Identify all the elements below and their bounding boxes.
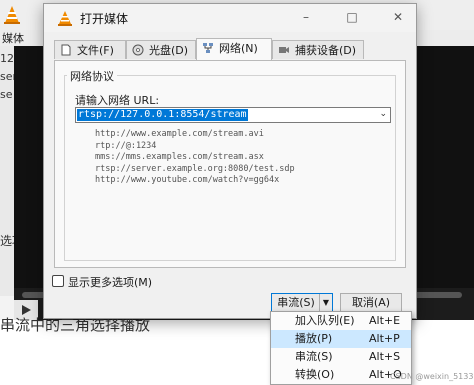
menu-item-label: 转换(O) — [295, 368, 335, 381]
close-icon[interactable]: ✕ — [388, 8, 408, 26]
menu-item-shortcut: Alt+S — [369, 350, 401, 363]
vlc-cone-icon — [58, 11, 72, 26]
url-value: rtsp://127.0.0.1:8554/stream — [77, 109, 248, 121]
media-source-tabs: 文件(F) 光盘(D) 网络(N) 捕获设备(D) — [54, 38, 406, 60]
url-label: 请输入网络 URL: — [75, 94, 160, 107]
chevron-down-icon[interactable]: ⌄ — [379, 109, 387, 119]
vlc-menu-media[interactable]: 媒体 — [2, 30, 24, 46]
disc-icon — [132, 44, 144, 56]
cancel-button[interactable]: 取消(A) — [340, 293, 402, 313]
tab-disc[interactable]: 光盘(D) — [126, 40, 196, 59]
maximize-icon[interactable]: □ — [342, 8, 362, 26]
tab-capture-device[interactable]: 捕获设备(D) — [272, 40, 364, 59]
tab-file[interactable]: 文件(F) — [54, 40, 126, 59]
tab-network[interactable]: 网络(N) — [196, 38, 272, 60]
capture-device-icon — [279, 47, 289, 53]
example-url: rtp://@:1234 — [95, 140, 157, 151]
vlc-cone-icon — [4, 6, 20, 24]
stream-split-button[interactable]: 串流(S) ▼ — [271, 293, 333, 313]
stream-button-label: 串流(S) — [277, 296, 315, 309]
url-input[interactable]: rtsp://127.0.0.1:8554/stream ⌄ — [75, 107, 391, 123]
background-text: se — [0, 88, 13, 101]
tab-label: 光盘(D) — [149, 44, 189, 57]
show-more-checkbox[interactable] — [52, 275, 64, 287]
tab-label: 捕获设备(D) — [295, 44, 357, 57]
tab-label: 文件(F) — [77, 44, 114, 57]
menu-item-play[interactable]: 播放(P) Alt+P — [271, 330, 411, 348]
tab-label: 网络(N) — [219, 42, 258, 55]
menu-item-enqueue[interactable]: 加入队列(E) Alt+E — [271, 312, 411, 330]
example-url: http://www.youtube.com/watch?v=gg64x — [95, 175, 280, 185]
watermark: CSDN @weixin_51331517 — [390, 372, 474, 381]
background-sidebar — [0, 46, 14, 296]
url-examples: http://www.example.com/stream.avi rtp://… — [95, 129, 295, 187]
dropdown-arrow-icon[interactable]: ▼ — [319, 294, 332, 312]
file-icon — [61, 44, 71, 56]
example-url: http://www.example.com/stream.avi — [95, 129, 264, 139]
menu-item-label: 串流(S) — [295, 350, 333, 363]
network-icon — [203, 43, 213, 53]
menu-item-stream[interactable]: 串流(S) Alt+S — [271, 348, 411, 366]
example-url: rtsp://server.example.org:8080/test.sdp — [95, 163, 295, 174]
open-media-dialog: 打开媒体 – □ ✕ 文件(F) 光盘(D) 网络(N) 捕获设备(D) 网络协… — [43, 3, 417, 319]
network-panel: 网络协议 请输入网络 URL: rtsp://127.0.0.1:8554/st… — [54, 60, 406, 268]
example-url: mms://mms.examples.com/stream.asx — [95, 152, 264, 162]
dialog-title: 打开媒体 — [80, 12, 129, 26]
menu-item-label: 播放(P) — [295, 332, 333, 345]
menu-item-shortcut: Alt+P — [369, 332, 400, 345]
menu-item-shortcut: Alt+E — [369, 314, 401, 327]
show-more-label: 显示更多选项(M) — [68, 276, 153, 289]
minimize-icon[interactable]: – — [296, 8, 316, 26]
background-text: 12 — [0, 52, 14, 65]
menu-item-label: 加入队列(E) — [295, 314, 355, 327]
group-title: 网络协议 — [67, 68, 117, 84]
